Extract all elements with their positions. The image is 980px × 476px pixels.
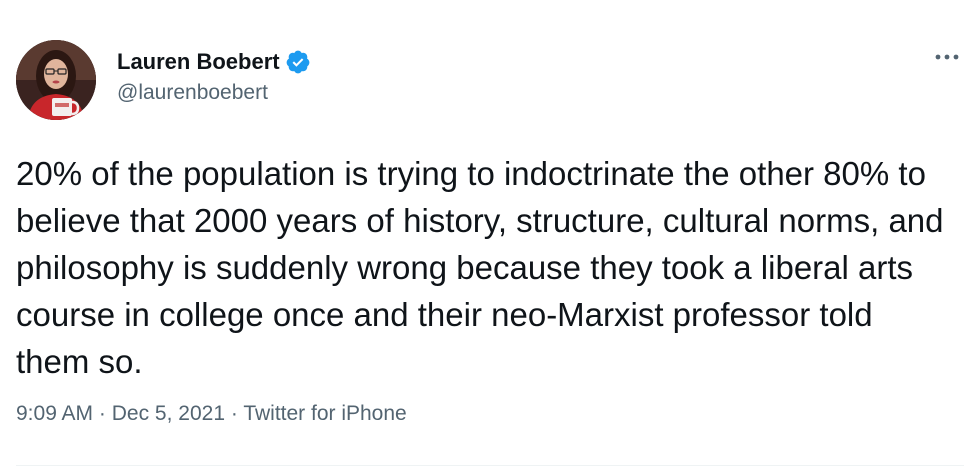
meta-separator: · <box>230 402 238 425</box>
author-handle[interactable]: @laurenboebert <box>117 81 311 105</box>
avatar-image <box>16 40 96 120</box>
more-options-button[interactable] <box>930 40 964 74</box>
tweet-text: 20% of the population is trying to indoc… <box>16 155 953 380</box>
author-info: Lauren Boebert @laurenboebert <box>117 45 311 105</box>
tweet-source[interactable]: Twitter for iPhone <box>243 402 406 425</box>
author-display-name[interactable]: Lauren Boebert <box>117 49 280 75</box>
more-options-icon <box>935 54 959 60</box>
tweet-time[interactable]: 9:09 AM <box>16 402 93 425</box>
author-avatar[interactable] <box>16 40 96 120</box>
tweet-date[interactable]: Dec 5, 2021 <box>112 402 225 425</box>
tweet-metadata: 9:09 AM · Dec 5, 2021 · Twitter for iPho… <box>16 402 407 426</box>
divider <box>16 465 964 466</box>
verified-badge-icon <box>285 49 311 75</box>
author-name-row: Lauren Boebert <box>117 45 311 79</box>
tweet-card: Lauren Boebert @laurenboebert 20% of the… <box>0 0 980 476</box>
meta-separator: · <box>98 402 106 425</box>
